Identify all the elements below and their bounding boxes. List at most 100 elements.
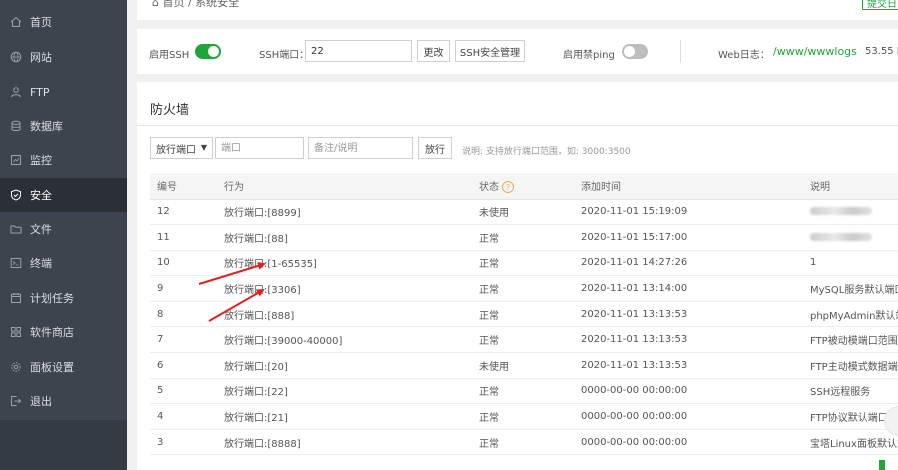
sidebar-item-label: 安全 — [30, 189, 52, 202]
folder-icon — [0, 223, 30, 235]
firewall-panel: 防火墙 放行端口 ▼ 放行 说明: 支持放行端口范围，如: 3000:3500 … — [137, 82, 898, 470]
sidebar-item-label: 文件 — [30, 223, 52, 236]
rule-time: 2020-11-01 13:13:53 — [574, 326, 803, 354]
rule-time: 0000-00-00 00:00:00 — [574, 429, 803, 456]
rule-note: 宝塔Linux面板默认端口 — [803, 429, 898, 456]
divider — [680, 40, 681, 63]
rule-time: 2020-11-01 13:13:53 — [574, 352, 803, 379]
sidebar-item-store[interactable]: 软件商店 — [0, 315, 127, 349]
column-header-status: 状态? — [472, 173, 574, 200]
home-icon — [0, 16, 30, 28]
ping-toggle[interactable] — [622, 44, 648, 59]
port-input[interactable] — [215, 137, 304, 159]
sidebar-item-settings[interactable]: 面板设置 — [0, 350, 127, 384]
table-row[interactable]: 10 放行端口:[1-65535] 正常 2020-11-01 14:27:26 1 — [150, 250, 898, 277]
ssh-panel: 启用SSH SSH端口： 更改 SSH安全管理 启用禁ping Web日志： /… — [137, 29, 898, 74]
help-icon[interactable]: ? — [502, 181, 514, 194]
table-row[interactable]: 3 放行端口:[8888] 正常 0000-00-00 00:00:00 宝塔Linux… — [150, 429, 898, 456]
rule-id: 7 — [150, 326, 217, 354]
table-row[interactable]: 7 放行端口:[39000-40000] 正常 2020-11-01 13:13:53… — [150, 326, 898, 354]
allow-button[interactable]: 放行 — [418, 137, 452, 159]
table-row[interactable]: 12 放行端口:[8899] 未使用 2020-11-01 15:19:09 — [150, 199, 898, 226]
ssh-manage-button[interactable]: SSH安全管理 — [455, 40, 525, 62]
weblog-size: 53.55 M — [865, 46, 898, 57]
rule-action: 放行端口:[21] — [217, 403, 472, 430]
rule-note: SSH远程服务 — [803, 378, 898, 405]
firewall-title: 防火墙 — [150, 103, 190, 118]
sidebar-item-label: 终端 — [30, 257, 52, 270]
sidebar-item-label: 计划任务 — [30, 292, 74, 305]
table-row[interactable]: 4 放行端口:[21] 正常 0000-00-00 00:00:00 FTP协议默认端口 — [150, 403, 898, 430]
table-row[interactable]: 5 放行端口:[22] 正常 0000-00-00 00:00:00 SSH远程服务 — [150, 378, 898, 405]
firewall-table: 编号 行为 状态? 添加时间 说明 12 放行端口:[8899] 未使用 2020-1… — [150, 173, 898, 456]
rule-status: 正常 — [472, 326, 574, 354]
rule-status: 正常 — [472, 250, 574, 277]
ssh-enable-label: 启用SSH — [149, 50, 190, 61]
rule-action: 放行端口:[8888] — [217, 429, 472, 456]
rule-status: 正常 — [472, 301, 574, 328]
rule-note: FTP被动模端口范围 — [803, 326, 898, 354]
divider — [137, 125, 898, 126]
rule-time: 0000-00-00 00:00:00 — [574, 403, 803, 430]
top-right-button[interactable]: 提交日 — [862, 0, 898, 10]
sidebar-item-ftp[interactable]: FTP — [0, 75, 127, 109]
port-range-hint: 说明: 支持放行端口范围，如: 3000:3500 — [462, 147, 631, 157]
rule-note — [803, 224, 898, 251]
sidebar-item-files[interactable]: 文件 — [0, 212, 127, 246]
table-header: 编号 行为 状态? 添加时间 说明 — [150, 173, 898, 200]
note-input[interactable] — [308, 137, 413, 159]
sidebar-item-terminal[interactable]: 终端 — [0, 246, 127, 280]
sidebar-item-label: 网站 — [30, 51, 52, 64]
rule-note — [803, 199, 898, 226]
sidebar-item-security[interactable]: 安全 — [0, 178, 127, 212]
weblog-path-link[interactable]: /www/wwwlogs — [773, 45, 857, 58]
breadcrumb-bar: ⌂ 首页 / 系统安全 提交日 — [137, 0, 898, 20]
rule-action: 放行端口:[20] — [217, 352, 472, 379]
table-row[interactable]: 9 放行端口:[3306] 正常 2020-11-01 13:14:00 MySQL服务… — [150, 275, 898, 302]
redacted-note — [810, 232, 872, 241]
sidebar-item-cron[interactable]: 计划任务 — [0, 281, 127, 315]
rule-note: phpMyAdmin默认端口 — [803, 301, 898, 328]
sidebar-item-logout[interactable]: 退出 — [0, 384, 127, 418]
sidebar-item-label: 软件商店 — [30, 326, 74, 339]
rule-time: 0000-00-00 00:00:00 — [574, 378, 803, 405]
gear-icon — [0, 361, 30, 373]
ftp-user-icon — [0, 86, 30, 98]
ssh-port-input[interactable] — [305, 40, 412, 62]
ssh-toggle[interactable] — [195, 44, 221, 59]
weblog-label: Web日志： — [718, 50, 770, 61]
rule-time: 2020-11-01 15:19:09 — [574, 199, 803, 226]
rule-action: 放行端口:[1-65535] — [217, 250, 472, 277]
rule-id: 10 — [150, 250, 217, 277]
column-header: 说明 — [803, 173, 898, 200]
shield-icon — [0, 189, 30, 201]
sidebar-item-label: 首页 — [30, 16, 52, 29]
rule-id: 4 — [150, 403, 217, 430]
ssh-port-label: SSH端口： — [259, 50, 310, 61]
sidebar-item-label: 数据库 — [30, 120, 63, 133]
table-row[interactable]: 6 放行端口:[20] 未使用 2020-11-01 13:13:53 FTP主动模式数… — [150, 352, 898, 379]
rule-time: 2020-11-01 13:14:00 — [574, 275, 803, 302]
sidebar-item-monitor[interactable]: 监控 — [0, 143, 127, 177]
rule-action: 放行端口:[39000-40000] — [217, 326, 472, 354]
sidebar-item-label: 监控 — [30, 154, 52, 167]
status-indicator — [879, 460, 885, 470]
rule-status: 正常 — [472, 378, 574, 405]
sidebar-item-website[interactable]: 网站 — [0, 40, 127, 74]
rule-action: 放行端口:[888] — [217, 301, 472, 328]
column-header: 行为 — [217, 173, 472, 200]
rule-status: 未使用 — [472, 199, 574, 226]
sidebar-item-label: 退出 — [30, 395, 52, 408]
sidebar-item-label: 面板设置 — [30, 361, 74, 374]
column-header: 添加时间 — [574, 173, 803, 200]
table-row[interactable]: 8 放行端口:[888] 正常 2020-11-01 13:13:53 phpMyAdm… — [150, 301, 898, 328]
rule-type-select[interactable]: 放行端口 ▼ — [150, 137, 213, 159]
sidebar-item-home[interactable]: 首页 — [0, 5, 127, 39]
rule-note: MySQL服务默认端口 — [803, 275, 898, 302]
sidebar-item-label: FTP — [30, 85, 50, 99]
breadcrumb[interactable]: ⌂ 首页 / 系统安全 — [152, 0, 239, 10]
sidebar-item-database[interactable]: 数据库 — [0, 109, 127, 143]
table-row[interactable]: 11 放行端口:[88] 正常 2020-11-01 15:17:00 — [150, 224, 898, 251]
change-port-button[interactable]: 更改 — [417, 40, 450, 62]
rule-id: 6 — [150, 352, 217, 379]
